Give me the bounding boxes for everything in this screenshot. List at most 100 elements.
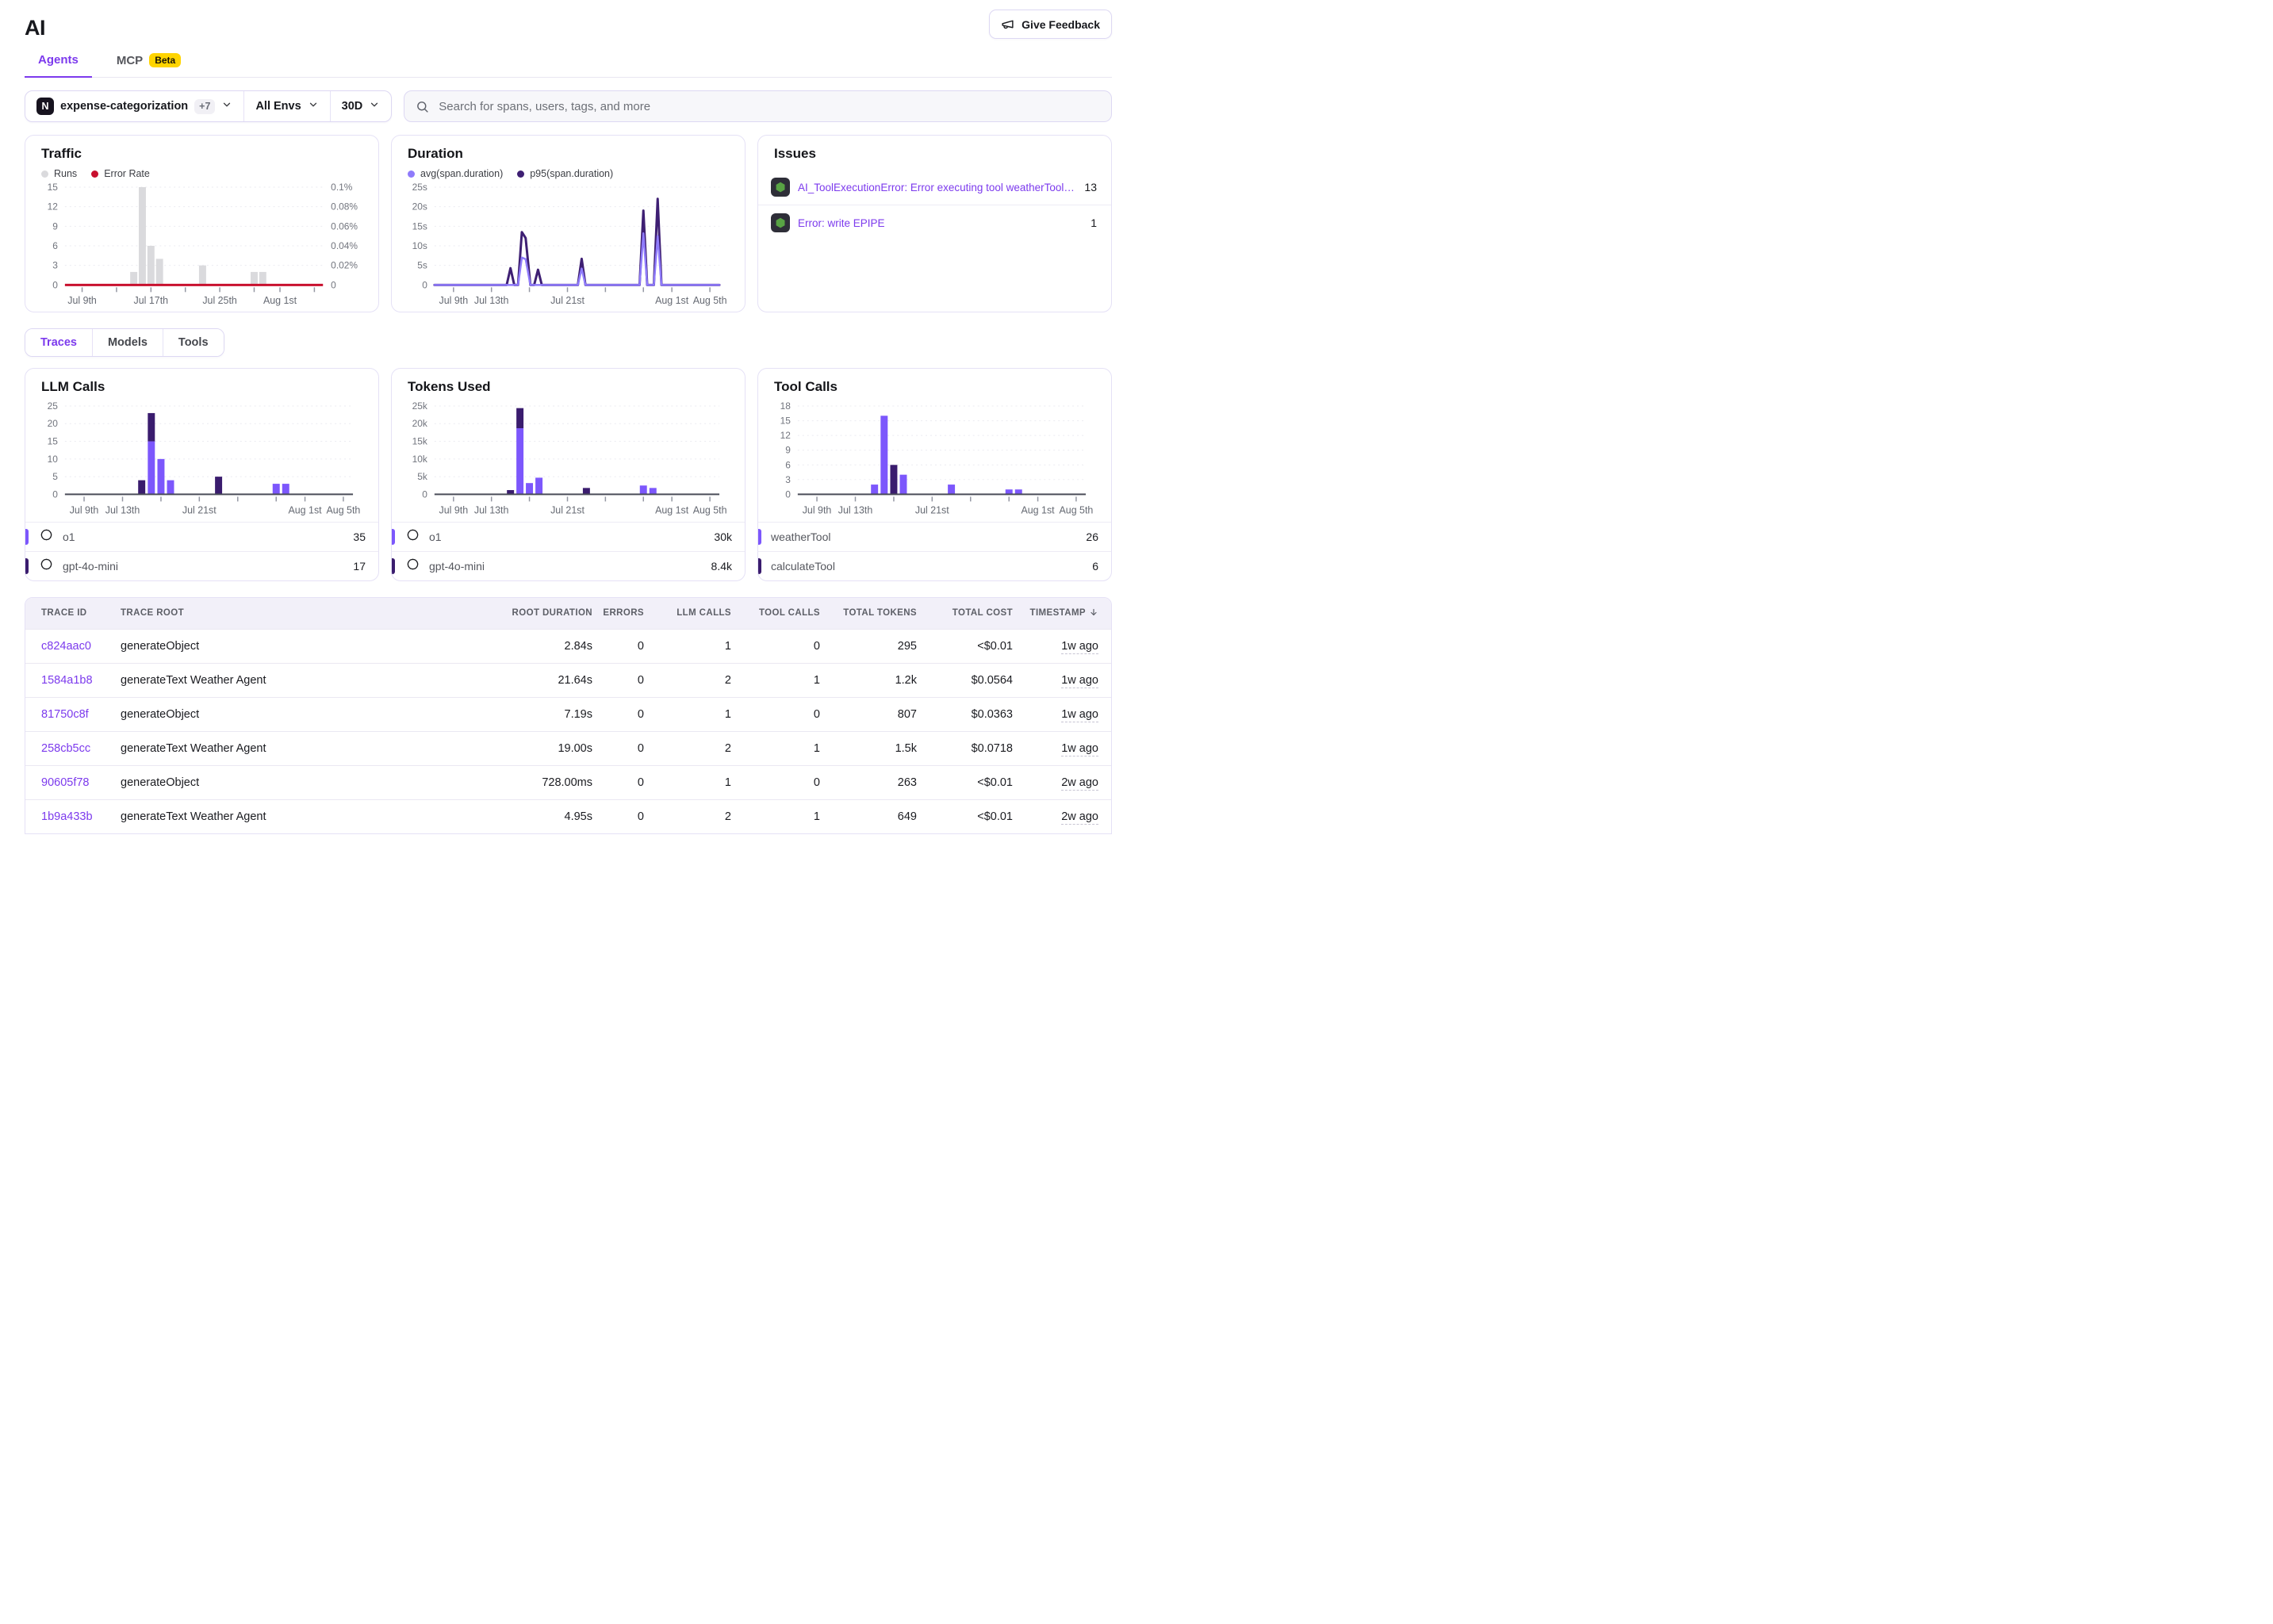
filter-group: N expense-categorization +7 All Envs 30D <box>25 90 392 122</box>
project-filter-dropdown[interactable]: N expense-categorization +7 <box>25 91 243 121</box>
svg-text:Jul 21st: Jul 21st <box>550 505 585 516</box>
series-color-marker <box>392 529 395 545</box>
timestamp-value[interactable]: 1w ago <box>1061 742 1098 756</box>
traffic-legend: RunsError Rate <box>41 168 362 179</box>
column-header[interactable]: TOOL CALLS <box>731 598 820 630</box>
svg-text:Aug 1st: Aug 1st <box>288 505 322 516</box>
trace-id-link[interactable]: 1b9a433b <box>41 810 93 823</box>
search-bar[interactable] <box>404 90 1112 122</box>
svg-text:0.1%: 0.1% <box>331 182 353 193</box>
trace-table-row[interactable]: c824aac0generateObject2.84s010295<$0.011… <box>25 629 1112 663</box>
trace-table-row[interactable]: 1b9a433bgenerateText Weather Agent4.95s0… <box>25 799 1112 833</box>
total-label: o1 <box>63 530 347 543</box>
issues-card: Issues ⬢AI_ToolExecutionError: Error exe… <box>757 135 1112 312</box>
llm-calls-totals: o135gpt-4o-mini17 <box>25 522 378 580</box>
nodejs-icon: ⬢ <box>771 213 790 232</box>
table-cell: 1.2k <box>820 663 917 697</box>
issue-row[interactable]: ⬢ Error: write EPIPE 1 <box>758 205 1111 240</box>
llm-calls-card: LLM Calls 0510152025Jul 9thJul 13thJul 2… <box>25 368 379 580</box>
issue-row[interactable]: ⬢AI_ToolExecutionError: Error executing … <box>758 170 1111 205</box>
trace-id-link[interactable]: 90605f78 <box>41 776 89 789</box>
trace-id-cell: 1584a1b8 <box>25 663 121 697</box>
trace-table-row[interactable]: 1584a1b8generateText Weather Agent21.64s… <box>25 663 1112 697</box>
tab-traces[interactable]: Traces <box>25 329 92 356</box>
timestamp-cell: 1w ago <box>1013 731 1112 765</box>
trace-id-link[interactable]: c824aac0 <box>41 640 91 653</box>
svg-text:15: 15 <box>780 416 792 427</box>
svg-text:Aug 5th: Aug 5th <box>1060 505 1094 516</box>
total-row[interactable]: gpt-4o-mini8.4k <box>392 551 745 580</box>
legend-label: p95(span.duration) <box>530 168 613 179</box>
trace-id-link[interactable]: 81750c8f <box>41 708 89 721</box>
svg-text:15: 15 <box>48 182 59 193</box>
tab-mcp-label: MCP <box>117 54 143 67</box>
total-label: o1 <box>429 530 707 543</box>
column-header[interactable]: TOTAL TOKENS <box>820 598 917 630</box>
search-input[interactable] <box>437 99 1100 114</box>
column-header[interactable]: TRACE ID <box>25 598 121 630</box>
svg-text:Jul 25th: Jul 25th <box>202 295 237 306</box>
tab-agents[interactable]: Agents <box>25 53 92 78</box>
table-cell: <$0.01 <box>917 765 1013 799</box>
timestamp-value[interactable]: 1w ago <box>1061 708 1098 722</box>
series-color-marker <box>392 558 395 574</box>
tool-calls-card: Tool Calls 0369121518Jul 9thJul 13thJul … <box>757 368 1112 580</box>
table-cell: 0 <box>731 697 820 731</box>
total-row[interactable]: o135 <box>25 522 378 551</box>
table-cell: generateText Weather Agent <box>121 663 406 697</box>
column-header[interactable]: TRACE ROOT <box>121 598 406 630</box>
svg-text:3: 3 <box>785 474 791 485</box>
ai-dashboard-page: AI Give Feedback Agents MCP Beta N expen… <box>0 0 1136 834</box>
tab-tools[interactable]: Tools <box>163 329 224 356</box>
chevron-down-icon <box>369 99 380 113</box>
timestamp-value[interactable]: 2w ago <box>1061 810 1098 825</box>
total-row[interactable]: calculateTool6 <box>758 551 1111 580</box>
table-cell: 1 <box>731 799 820 833</box>
column-header[interactable]: TIMESTAMP <box>1013 598 1112 630</box>
total-row[interactable]: gpt-4o-mini17 <box>25 551 378 580</box>
trace-table-row[interactable]: 81750c8fgenerateObject7.19s010807$0.0363… <box>25 697 1112 731</box>
tab-mcp[interactable]: MCP Beta <box>103 53 194 77</box>
trace-table-row[interactable]: 90605f78generateObject728.00ms010263<$0.… <box>25 765 1112 799</box>
time-range-dropdown[interactable]: 30D <box>330 91 392 121</box>
page-title: AI <box>25 16 45 40</box>
trace-id-link[interactable]: 1584a1b8 <box>41 674 93 687</box>
svg-text:Jul 13th: Jul 13th <box>105 505 140 516</box>
total-row[interactable]: o130k <box>392 522 745 551</box>
column-header[interactable]: LLM CALLS <box>644 598 731 630</box>
issue-link[interactable]: Error: write EPIPE <box>798 217 1083 229</box>
total-row[interactable]: weatherTool26 <box>758 522 1111 551</box>
svg-text:0.06%: 0.06% <box>331 220 358 232</box>
timestamp-value[interactable]: 1w ago <box>1061 674 1098 688</box>
openai-icon <box>40 557 53 575</box>
trace-id-link[interactable]: 258cb5cc <box>41 742 90 755</box>
table-cell: 1 <box>731 663 820 697</box>
tab-agents-label: Agents <box>38 53 79 67</box>
timestamp-value[interactable]: 1w ago <box>1061 640 1098 654</box>
timestamp-value[interactable]: 2w ago <box>1061 776 1098 791</box>
column-header[interactable]: TOTAL COST <box>917 598 1013 630</box>
give-feedback-button[interactable]: Give Feedback <box>989 10 1112 39</box>
table-cell: $0.0363 <box>917 697 1013 731</box>
table-cell: 1 <box>731 731 820 765</box>
table-cell: 0 <box>592 765 644 799</box>
issue-count: 1 <box>1091 216 1097 229</box>
svg-text:25: 25 <box>48 401 59 412</box>
column-header[interactable]: ROOT DURATION <box>406 598 592 630</box>
total-value: 17 <box>353 560 366 573</box>
env-filter-dropdown[interactable]: All Envs <box>243 91 329 121</box>
table-header: TRACE IDTRACE ROOTROOT DURATIONERRORSLLM… <box>25 598 1112 630</box>
svg-text:6: 6 <box>52 240 58 251</box>
trace-table-row[interactable]: 258cb5ccgenerateText Weather Agent19.00s… <box>25 731 1112 765</box>
top-bar: AI Give Feedback <box>25 10 1112 40</box>
svg-text:0: 0 <box>52 279 58 290</box>
table-cell: generateObject <box>121 629 406 663</box>
legend-dot-icon <box>41 170 48 178</box>
column-header[interactable]: ERRORS <box>592 598 644 630</box>
tab-models[interactable]: Models <box>92 329 163 356</box>
svg-text:Aug 1st: Aug 1st <box>655 295 689 306</box>
issue-link[interactable]: AI_ToolExecutionError: Error executing t… <box>798 182 1076 193</box>
svg-text:0.02%: 0.02% <box>331 260 358 271</box>
tool-calls-totals: weatherTool26calculateTool6 <box>758 522 1111 580</box>
traffic-card-title: Traffic <box>41 146 362 162</box>
